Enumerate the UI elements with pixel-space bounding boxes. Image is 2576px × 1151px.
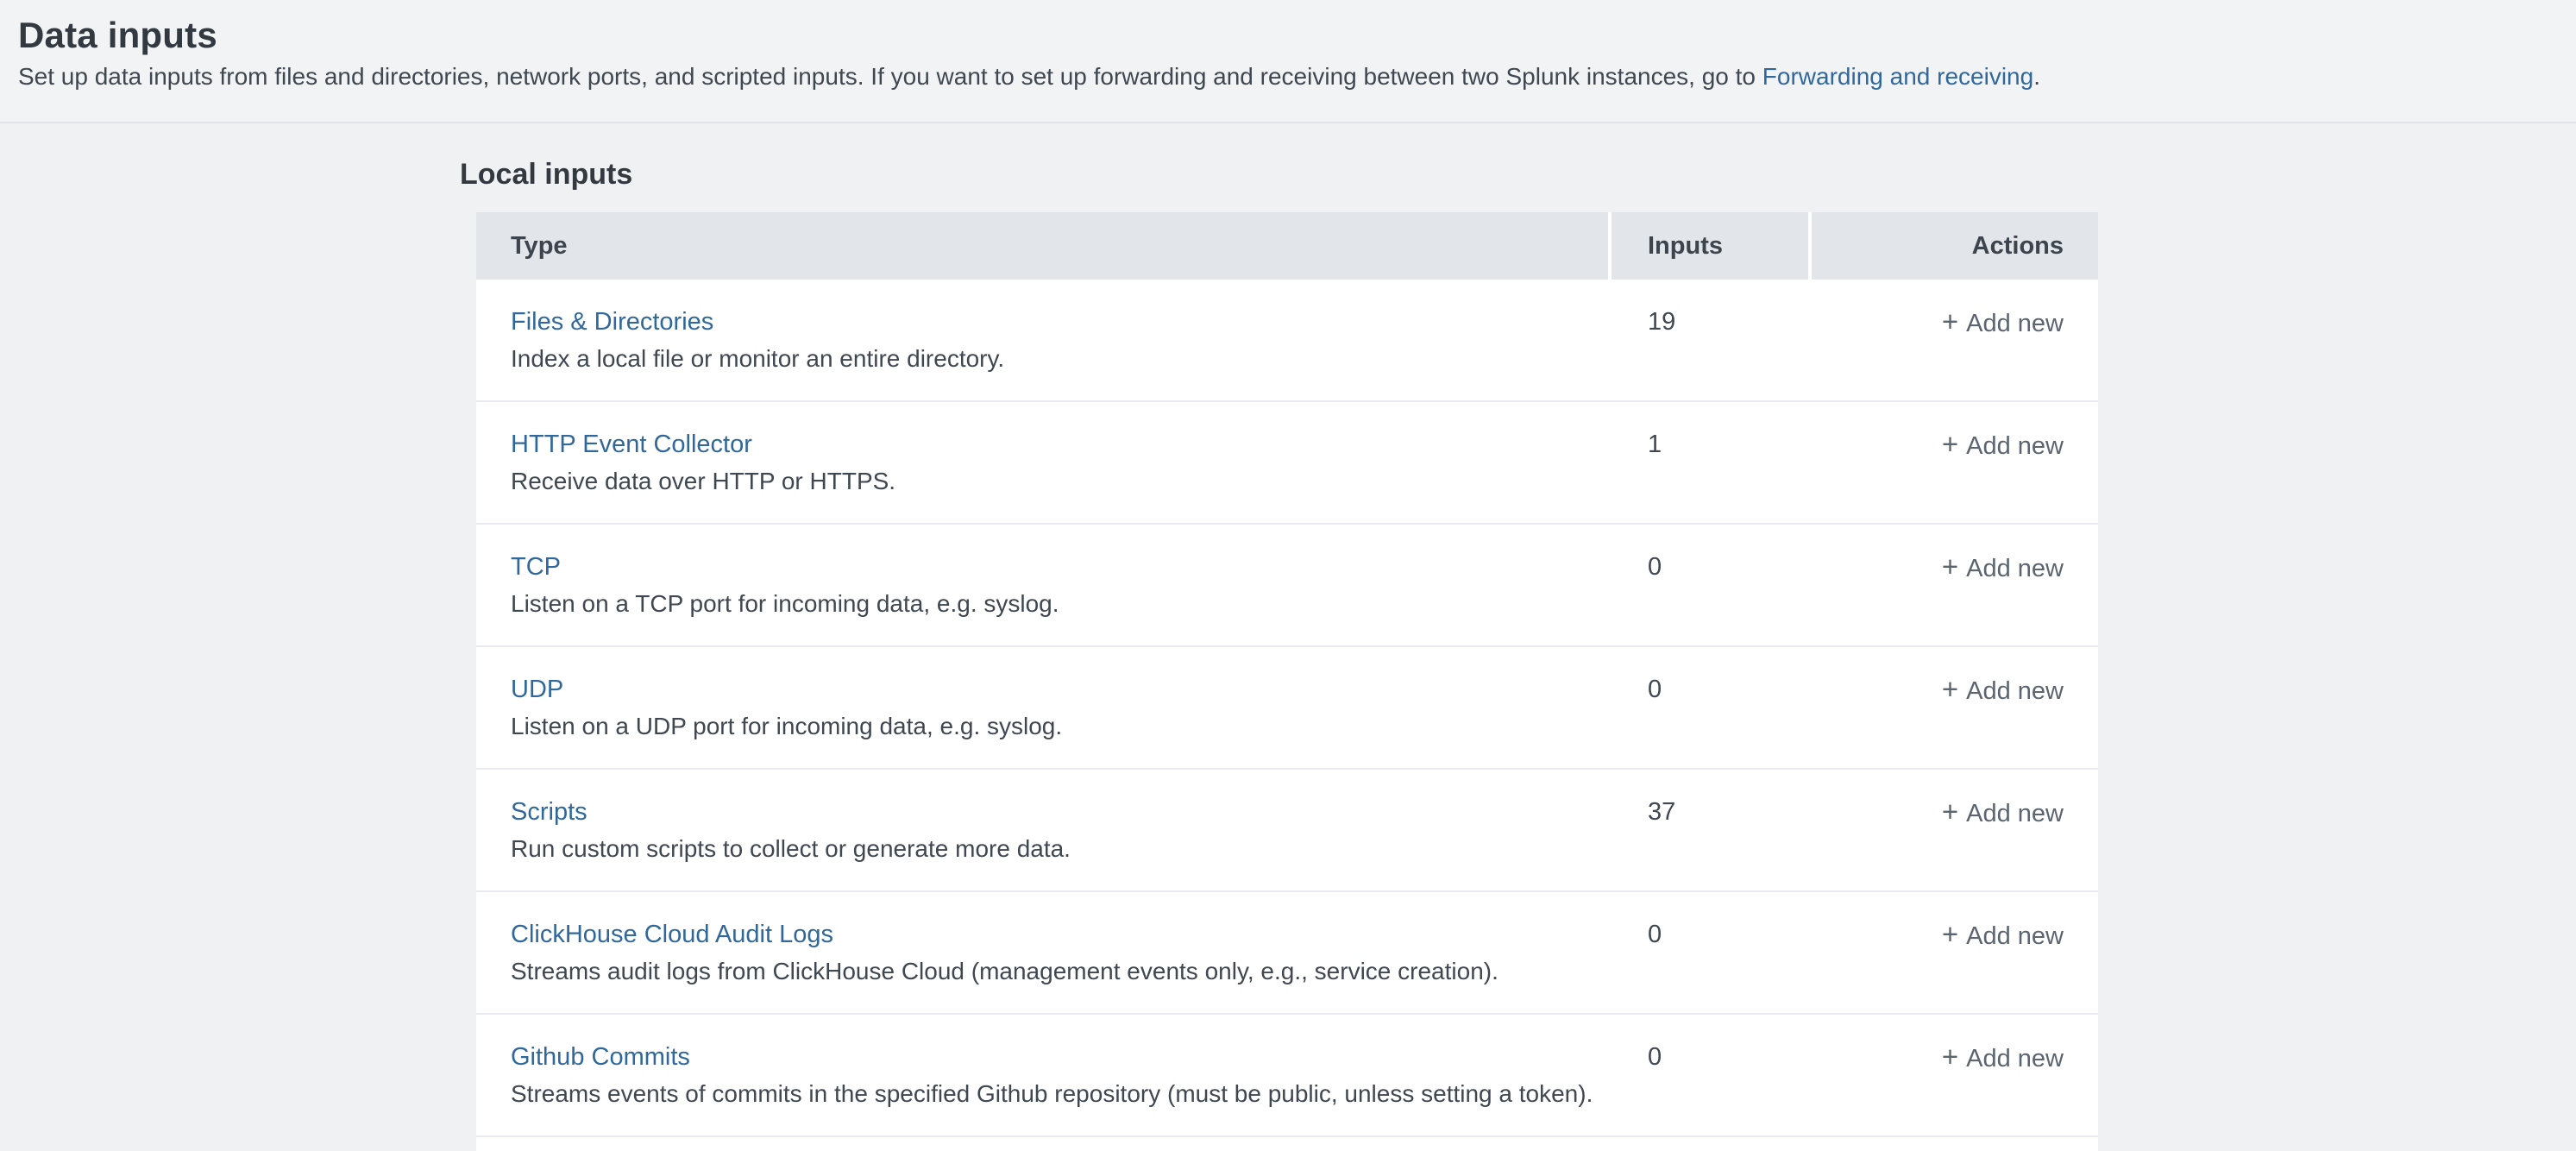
- actions-cell: + Add new: [1812, 1042, 2098, 1135]
- column-header-type: Type: [476, 212, 1608, 280]
- section-heading-local-inputs: Local inputs: [460, 158, 632, 192]
- github-commits-link[interactable]: Github Commits: [511, 1042, 690, 1072]
- scripts-inputs-count: 37: [1612, 797, 1812, 890]
- tcp-description: Listen on a TCP port for incoming data, …: [511, 589, 1612, 619]
- add-new-button-github-commits[interactable]: + Add new: [1942, 1042, 2064, 1073]
- udp-link[interactable]: UDP: [511, 675, 563, 704]
- files-directories-inputs-count: 19: [1612, 307, 1812, 400]
- local-inputs-table: Type Inputs Actions Files & Directories …: [476, 212, 2098, 1151]
- tcp-inputs-count: 0: [1612, 552, 1812, 645]
- clickhouse-cloud-audit-logs-inputs-count: 0: [1612, 920, 1812, 1013]
- plus-icon: +: [1942, 430, 1958, 459]
- type-cell: Files & Directories Index a local file o…: [476, 307, 1612, 400]
- table-row-github-commits: Github Commits Streams events of commits…: [476, 1015, 2098, 1137]
- add-new-button-files-directories[interactable]: + Add new: [1942, 307, 2064, 338]
- plus-icon: +: [1942, 307, 1958, 336]
- page-description: Set up data inputs from files and direct…: [18, 62, 2555, 91]
- add-new-button-tcp[interactable]: + Add new: [1942, 552, 2064, 583]
- add-new-button-udp[interactable]: + Add new: [1942, 675, 2064, 706]
- add-new-label: Add new: [1966, 554, 2064, 583]
- plus-icon: +: [1942, 552, 1958, 582]
- plus-icon: +: [1942, 1042, 1958, 1072]
- table-header-row: Type Inputs Actions: [476, 212, 2098, 280]
- type-cell: Scripts Run custom scripts to collect or…: [476, 797, 1612, 890]
- actions-cell: + Add new: [1812, 920, 2098, 1013]
- http-event-collector-description: Receive data over HTTP or HTTPS.: [511, 467, 1612, 496]
- table-row-files-directories: Files & Directories Index a local file o…: [476, 280, 2098, 402]
- add-new-button-http-event-collector[interactable]: + Add new: [1942, 430, 2064, 461]
- table-row-udp: UDP Listen on a UDP port for incoming da…: [476, 647, 2098, 770]
- clickhouse-cloud-audit-logs-link[interactable]: ClickHouse Cloud Audit Logs: [511, 920, 833, 949]
- type-cell: ClickHouse Cloud Audit Logs Streams audi…: [476, 920, 1612, 1013]
- github-commits-description: Streams events of commits in the specifi…: [511, 1079, 1612, 1109]
- add-new-label: Add new: [1966, 921, 2064, 951]
- table-row-scripts: Scripts Run custom scripts to collect or…: [476, 770, 2098, 892]
- tcp-link[interactable]: TCP: [511, 552, 561, 582]
- udp-inputs-count: 0: [1612, 675, 1812, 768]
- files-directories-link[interactable]: Files & Directories: [511, 307, 713, 336]
- scripts-description: Run custom scripts to collect or generat…: [511, 834, 1612, 864]
- http-event-collector-link[interactable]: HTTP Event Collector: [511, 430, 752, 459]
- http-event-collector-inputs-count: 1: [1612, 430, 1812, 523]
- add-new-label: Add new: [1966, 799, 2064, 828]
- type-cell: Github Commits Streams events of commits…: [476, 1042, 1612, 1135]
- add-new-label: Add new: [1966, 676, 2064, 706]
- github-commits-inputs-count: 0: [1612, 1042, 1812, 1135]
- column-header-actions: Actions: [1812, 212, 2098, 280]
- add-new-button-clickhouse-cloud-audit-logs[interactable]: + Add new: [1942, 920, 2064, 951]
- actions-cell: + Add new: [1812, 797, 2098, 890]
- add-new-label: Add new: [1966, 431, 2064, 461]
- type-cell: UDP Listen on a UDP port for incoming da…: [476, 675, 1612, 768]
- actions-cell: + Add new: [1812, 552, 2098, 645]
- page-description-text: Set up data inputs from files and direct…: [18, 63, 1762, 90]
- add-new-label: Add new: [1966, 1044, 2064, 1073]
- actions-cell: + Add new: [1812, 430, 2098, 523]
- page-title: Data inputs: [18, 14, 2555, 57]
- page-description-period: .: [2033, 63, 2040, 90]
- type-cell: TCP Listen on a TCP port for incoming da…: [476, 552, 1612, 645]
- actions-cell: + Add new: [1812, 675, 2098, 768]
- udp-description: Listen on a UDP port for incoming data, …: [511, 712, 1612, 741]
- column-header-inputs: Inputs: [1612, 212, 1808, 280]
- plus-icon: +: [1942, 675, 1958, 704]
- scripts-link[interactable]: Scripts: [511, 797, 587, 827]
- forwarding-and-receiving-link[interactable]: Forwarding and receiving: [1762, 63, 2033, 90]
- page-header: Data inputs Set up data inputs from file…: [0, 0, 2576, 123]
- table-row-clickhouse-cloud-audit-logs: ClickHouse Cloud Audit Logs Streams audi…: [476, 892, 2098, 1015]
- actions-cell: + Add new: [1812, 307, 2098, 400]
- plus-icon: +: [1942, 797, 1958, 827]
- type-cell: HTTP Event Collector Receive data over H…: [476, 430, 1612, 523]
- table-row-http-event-collector: HTTP Event Collector Receive data over H…: [476, 402, 2098, 525]
- add-new-label: Add new: [1966, 309, 2064, 338]
- files-directories-description: Index a local file or monitor an entire …: [511, 344, 1612, 374]
- plus-icon: +: [1942, 920, 1958, 949]
- table-row-tcp: TCP Listen on a TCP port for incoming da…: [476, 525, 2098, 647]
- clickhouse-cloud-audit-logs-description: Streams audit logs from ClickHouse Cloud…: [511, 957, 1612, 986]
- add-new-button-scripts[interactable]: + Add new: [1942, 797, 2064, 828]
